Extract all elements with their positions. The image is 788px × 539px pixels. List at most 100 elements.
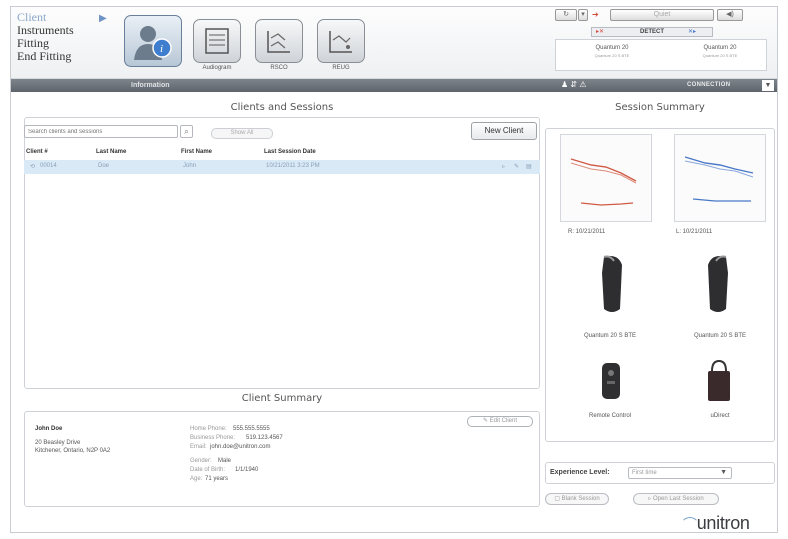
section-bar: Information ♟ ⇵ ⚠ CONNECTION ▼	[11, 79, 777, 92]
hearing-aid-right-icon	[602, 255, 622, 312]
user-icon: ♟	[561, 80, 569, 89]
blank-session-icon: ▢	[554, 496, 560, 502]
device-toolbar: ↻ ▾ ➔ Quiet ◀)	[555, 9, 775, 23]
experience-level-select[interactable]: First time ▼	[628, 467, 732, 479]
right-ear-curve-chart[interactable]	[560, 134, 652, 222]
right-ear-mute-icon: ▸✕	[596, 29, 605, 35]
right-device-model: Quantum 20 S BTE	[594, 53, 630, 58]
refresh-dropdown[interactable]: ▾	[578, 9, 588, 21]
program-arrow-icon: ➔	[592, 10, 599, 19]
program-select[interactable]: Quiet	[610, 9, 714, 21]
column-client-no[interactable]: Client #	[26, 149, 48, 155]
refresh-button[interactable]: ↻	[555, 9, 577, 21]
workflow-nav: Client Instruments Fitting End Fitting	[17, 11, 112, 63]
rsco-label: RSCO	[270, 65, 288, 71]
blank-session-button[interactable]: ▢ Blank Session	[545, 493, 609, 505]
remote-control-icon	[602, 363, 620, 399]
audiogram-label: Audiogram	[202, 65, 232, 71]
udirect-label: uDirect	[710, 413, 730, 419]
right-device-name: Quantum 20	[595, 45, 629, 51]
rsco-icon	[267, 31, 290, 53]
header: Client Instruments Fitting End Fitting ▶…	[11, 7, 777, 79]
client-address-line2: Kitchener, Ontario, N2P 0A2	[35, 448, 111, 454]
detect-button[interactable]: DETECT	[640, 28, 664, 36]
speaker-icon: ◀)	[726, 11, 734, 18]
audiogram-button[interactable]	[193, 19, 241, 63]
column-first-name[interactable]: First Name	[181, 149, 212, 155]
cell-last-name: Doe	[98, 163, 110, 169]
chevron-down-icon: ▼	[720, 469, 727, 476]
dob-value: 1/1/1940	[235, 467, 259, 473]
session-summary-panel: R: 10/21/2011 L: 10/21/2011 Quantum 20 S…	[545, 128, 775, 442]
device-panel: ↻ ▾ ➔ Quiet ◀) ▸✕ DETECT ✕▸ Quantum 20 Q…	[555, 9, 775, 77]
right-ear-curve	[570, 158, 637, 206]
blank-session-label: Blank Session	[561, 496, 600, 502]
email-value: john.doe@unitron.com	[210, 444, 271, 450]
age-value: 71 years	[205, 476, 229, 482]
nav-arrow-icon: ▶	[99, 13, 107, 24]
reug-icon	[329, 31, 352, 53]
left-ear-curve-chart[interactable]	[674, 134, 766, 222]
age-label: Age:	[190, 476, 203, 482]
cell-first-name: John	[183, 163, 197, 169]
tab-information[interactable]: Information	[121, 79, 180, 92]
left-device-model: Quantum 20 S BTE	[702, 53, 738, 58]
detect-bar: ▸✕ DETECT ✕▸	[591, 27, 713, 37]
session-summary-title: Session Summary	[615, 102, 705, 113]
status-icons: ♟ ⇵ ⚠	[561, 80, 587, 89]
right-session-date: R: 10/21/2011	[568, 229, 606, 235]
gender-label: Gender:	[190, 458, 212, 464]
left-ear-curve	[684, 156, 754, 202]
search-input[interactable]	[24, 125, 178, 138]
client-summary-title: Client Summary	[241, 393, 323, 404]
refresh-icon: ↻	[563, 11, 569, 18]
udirect-icon	[708, 359, 730, 401]
experience-level-label: Experience Level:	[550, 469, 610, 476]
app-window: Client Instruments Fitting End Fitting ▶…	[10, 6, 778, 533]
right-device-label: Quantum 20 S BTE	[583, 333, 637, 339]
audiogram-icon	[205, 28, 229, 54]
column-last-session-date[interactable]: Last Session Date	[264, 149, 316, 155]
delete-icon[interactable]: ▤	[526, 163, 532, 170]
edit-client-label: Edit Client	[489, 418, 518, 424]
table-row[interactable]: ⟲ 00014 Doe John 10/21/2011 3:23 PM ▹ ✎ …	[24, 160, 540, 174]
open-last-session-label: Open Last Session	[652, 496, 704, 502]
business-phone-value: 519.123.4567	[246, 435, 283, 441]
session-icon: ⟲	[30, 164, 36, 170]
open-session-icon: ▹	[648, 496, 652, 502]
dob-label: Date of Birth:	[190, 467, 226, 473]
pencil-icon: ✎	[482, 418, 488, 424]
remote-control-label: Remote Control	[588, 413, 632, 419]
clients-title: Clients and Sessions	[230, 102, 334, 113]
column-last-name[interactable]: Last Name	[96, 149, 126, 155]
nav-end-fitting[interactable]: End Fitting	[17, 50, 112, 63]
home-phone-value: 555.555.5555	[233, 426, 270, 432]
experience-level: Experience Level: First time ▼	[545, 462, 775, 484]
business-phone-label: Business Phone:	[190, 435, 236, 441]
show-all-button[interactable]: Show All	[211, 128, 273, 139]
reug-button[interactable]	[317, 19, 365, 63]
unitron-logo: ⌒unitron	[683, 513, 750, 534]
email-label: Email:	[190, 444, 207, 450]
logo-swoosh-icon: ⌒	[683, 516, 697, 532]
cell-session-date: 10/21/2011 3:23 PM	[266, 163, 320, 169]
connection-label: CONNECTION	[687, 82, 731, 88]
volume-button[interactable]: ◀)	[717, 9, 743, 21]
open-session-icon[interactable]: ▹	[502, 163, 505, 170]
person-icon: i	[134, 26, 172, 60]
client-info-button[interactable]: i	[124, 15, 182, 67]
transfer-icon: ⇵	[570, 80, 578, 89]
clients-table-header: Client # Last Name First Name Last Sessi…	[24, 148, 540, 160]
client-address-line1: 20 Beasley Drive	[35, 440, 81, 446]
connection-dropdown[interactable]: ▼	[762, 80, 774, 91]
open-last-session-button[interactable]: ▹ Open Last Session	[633, 493, 719, 505]
edit-client-button[interactable]: ✎ Edit Client	[467, 416, 533, 427]
edit-icon[interactable]: ✎	[514, 163, 519, 170]
logo-text: unitron	[696, 513, 750, 533]
search-icon[interactable]: ⌕	[180, 125, 193, 138]
client-name: John Doe	[35, 426, 63, 432]
reug-label: REUG	[332, 65, 350, 71]
rsco-button[interactable]	[255, 19, 303, 63]
new-client-button[interactable]: New Client	[471, 122, 537, 140]
left-device-label: Quantum 20 S BTE	[693, 333, 747, 339]
